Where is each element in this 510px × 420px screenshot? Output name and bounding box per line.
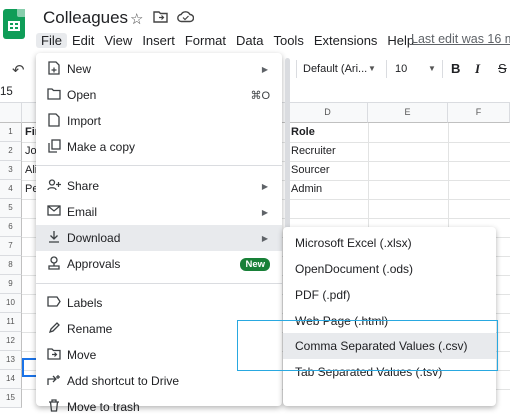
- cell-d4[interactable]: Admin: [291, 183, 322, 195]
- new-badge: New: [240, 257, 270, 271]
- menu-insert[interactable]: Insert: [137, 33, 180, 48]
- row-header[interactable]: 13: [0, 351, 22, 370]
- toolbar-divider: [442, 60, 443, 78]
- cloud-saved-icon[interactable]: [177, 10, 195, 27]
- font-size-select[interactable]: 10: [395, 63, 407, 75]
- bold-button[interactable]: B: [451, 61, 460, 76]
- toolbar-divider: [386, 60, 387, 78]
- submenu-arrow-icon: ▶: [261, 181, 268, 191]
- submenu-arrow-icon: ▶: [261, 207, 268, 217]
- cell-a2[interactable]: Jo: [25, 145, 37, 157]
- file-menu-item-add-shortcut[interactable]: Add shortcut to Drive: [36, 368, 282, 394]
- row-header[interactable]: 10: [0, 294, 22, 313]
- select-all-corner[interactable]: [0, 103, 22, 123]
- menu-scrollbar[interactable]: [285, 58, 290, 233]
- move-to-folder-icon[interactable]: [153, 10, 168, 27]
- download-submenu: Microsoft Excel (.xlsx) OpenDocument (.o…: [283, 227, 496, 406]
- column-header-f[interactable]: F: [448, 103, 510, 123]
- file-menu-item-make-copy[interactable]: Make a copy: [36, 134, 282, 160]
- menu-tools[interactable]: Tools: [268, 33, 308, 48]
- open-shortcut: ⌘O: [250, 89, 270, 102]
- email-icon: [46, 205, 62, 219]
- share-person-icon: [46, 178, 62, 194]
- column-header-e[interactable]: E: [368, 103, 448, 123]
- row-header[interactable]: 4: [0, 180, 22, 199]
- row-header[interactable]: 5: [0, 199, 22, 218]
- row-header[interactable]: 11: [0, 313, 22, 332]
- new-doc-icon: [46, 60, 62, 78]
- file-menu-item-labels[interactable]: Labels: [36, 290, 282, 316]
- menu-format[interactable]: Format: [180, 33, 231, 48]
- menu-extensions[interactable]: Extensions: [309, 33, 383, 48]
- cell-d3[interactable]: Sourcer: [291, 164, 330, 176]
- cell-d2[interactable]: Recruiter: [291, 145, 336, 157]
- submenu-arrow-icon: ▶: [261, 233, 268, 243]
- italic-button[interactable]: I: [475, 61, 480, 77]
- row-header[interactable]: 8: [0, 256, 22, 275]
- document-title[interactable]: Colleagues: [43, 8, 128, 28]
- csv-highlight-box: [237, 320, 498, 371]
- menu-divider: [36, 283, 282, 284]
- copy-icon: [46, 138, 62, 156]
- import-icon: [46, 112, 62, 130]
- last-edit-link[interactable]: Last edit was 16 mi: [411, 32, 510, 46]
- file-menu-item-download[interactable]: Download ▶: [36, 225, 282, 251]
- font-family-select[interactable]: Default (Ari...: [303, 63, 367, 75]
- submenu-arrow-icon: ▶: [261, 64, 268, 74]
- file-menu-item-import[interactable]: Import: [36, 108, 282, 134]
- file-menu-item-share[interactable]: Share ▶: [36, 173, 282, 199]
- font-size-dropdown-icon[interactable]: ▼: [428, 64, 436, 73]
- label-icon: [46, 296, 62, 310]
- file-menu-item-email[interactable]: Email ▶: [36, 199, 282, 225]
- star-icon[interactable]: ☆: [130, 10, 143, 28]
- row-header[interactable]: 6: [0, 218, 22, 237]
- add-shortcut-icon: [46, 374, 62, 389]
- name-box[interactable]: 15: [0, 86, 13, 98]
- row-header[interactable]: 12: [0, 332, 22, 351]
- sheets-logo-icon[interactable]: [3, 9, 25, 39]
- file-menu-item-approvals[interactable]: Approvals New: [36, 251, 282, 277]
- file-menu-item-move-to-trash[interactable]: Move to trash: [36, 394, 282, 420]
- file-menu-item-open[interactable]: Open ⌘O: [36, 82, 282, 108]
- row-header[interactable]: 9: [0, 275, 22, 294]
- row-header[interactable]: 1: [0, 123, 22, 142]
- column-header-d[interactable]: D: [288, 103, 368, 123]
- download-ods[interactable]: OpenDocument (.ods): [283, 256, 496, 282]
- download-icon: [46, 230, 62, 246]
- rename-icon: [46, 321, 62, 337]
- file-menu-item-new[interactable]: New ▶: [36, 56, 282, 82]
- menu-edit[interactable]: Edit: [67, 33, 99, 48]
- menu-view[interactable]: View: [99, 33, 137, 48]
- toolbar-divider: [296, 60, 297, 78]
- row-header[interactable]: 3: [0, 161, 22, 180]
- row-header[interactable]: 14: [0, 370, 22, 389]
- approvals-icon: [46, 255, 62, 273]
- trash-icon: [46, 399, 62, 415]
- row-header[interactable]: 15: [0, 389, 22, 408]
- menu-bar: File Edit View Insert Format Data Tools …: [36, 31, 419, 49]
- download-pdf[interactable]: PDF (.pdf): [283, 282, 496, 308]
- row-header[interactable]: 2: [0, 142, 22, 161]
- strikethrough-button[interactable]: S: [498, 61, 507, 76]
- move-icon: [46, 347, 62, 363]
- folder-open-icon: [46, 87, 62, 103]
- menu-file[interactable]: File: [36, 32, 67, 48]
- row-header[interactable]: 7: [0, 237, 22, 256]
- cell-d1[interactable]: Role: [291, 126, 315, 138]
- undo-icon[interactable]: ↶: [12, 61, 25, 79]
- download-xlsx[interactable]: Microsoft Excel (.xlsx): [283, 230, 496, 256]
- font-dropdown-icon[interactable]: ▼: [368, 64, 376, 73]
- menu-divider: [36, 165, 282, 166]
- menu-data[interactable]: Data: [231, 33, 268, 48]
